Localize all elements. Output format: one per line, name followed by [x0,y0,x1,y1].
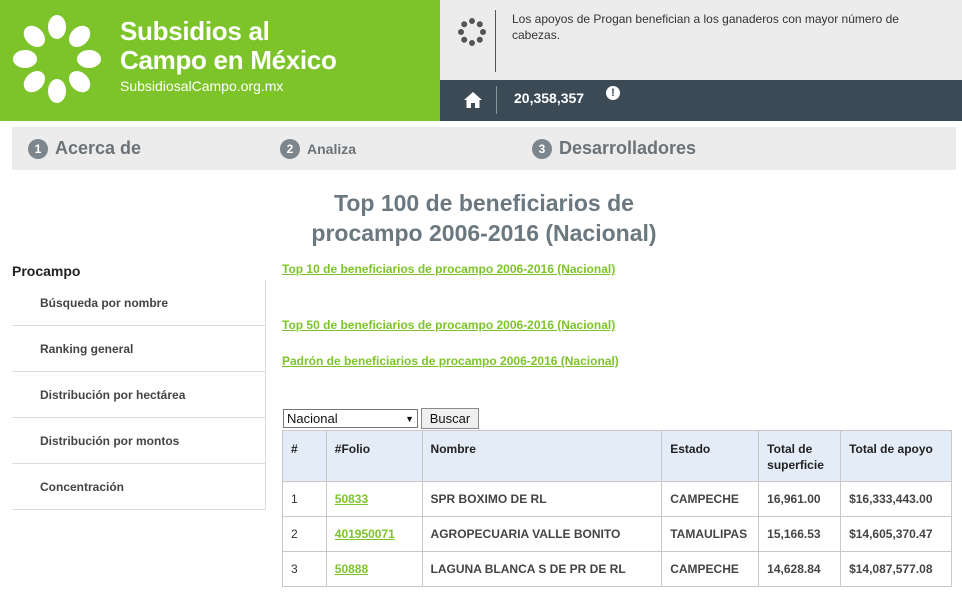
folio-link[interactable]: 401950071 [325,516,423,552]
column-header[interactable]: Total de superficie [758,430,842,482]
sidebar-menu: Búsqueda por nombre Ranking general Dist… [12,280,266,510]
rank-cell: 1 [282,481,327,517]
main-nav: 1 Acerca de 2 Analiza 3 Desarrolladores [12,127,956,170]
amount-cell: $14,605,370.47 [840,516,952,552]
column-header[interactable]: Nombre [421,430,663,482]
fact-panel: Los apoyos de Progan benefician a los ga… [440,0,962,80]
page-title-line-2: procampo 2006-2016 (Nacional) [311,220,657,246]
name-cell: AGROPECUARIA VALLE BONITO [421,516,663,552]
name-cell: SPR BOXIMO DE RL [421,481,663,517]
nav-item-desarrolladores[interactable]: 3 Desarrolladores [532,127,696,170]
beneficiaries-table: # #Folio Nombre Estado Total de superfic… [282,430,952,587]
alert-icon[interactable]: ! [606,86,620,100]
region-select[interactable]: Nacional ▼ [283,409,418,428]
dropdown-arrow-icon: ▼ [405,413,414,424]
home-icon[interactable] [464,92,482,108]
folio-link[interactable]: 50833 [325,481,423,517]
nav-item-label: Acerca de [55,138,142,158]
region-select-value: Nacional [287,411,338,426]
table-row: 2 401950071 AGROPECUARIA VALLE BONITO TA… [282,516,952,552]
logo-icon[interactable] [10,12,104,106]
column-header[interactable]: Total de apoyo [840,430,952,482]
nav-item-label: Analiza [307,140,357,157]
area-cell: 16,961.00 [758,481,842,517]
page-title: Top 100 de beneficiarios de procampo 200… [270,188,698,248]
sidebar-item-montos[interactable]: Distribución por montos [12,418,265,464]
area-cell: 14,628.84 [758,551,842,587]
site-title-line-2: Campo en México [120,45,337,75]
sidebar-item-hectarea[interactable]: Distribución por hectárea [12,372,265,418]
search-button[interactable]: Buscar [421,408,479,429]
fact-divider [495,10,496,72]
page: Subsidios al Campo en México Subsidiosal… [0,0,962,592]
state-cell: CAMPECHE [661,551,760,587]
site-title-line-1: Subsidios al [120,16,270,46]
column-header[interactable]: Estado [661,430,760,482]
spinner-icon [458,18,486,46]
sidebar-item-ranking[interactable]: Ranking general [12,326,265,372]
sidebar-item-busqueda[interactable]: Búsqueda por nombre [12,280,265,326]
site-url: SubsidiosalCampo.org.mx [120,78,284,94]
stat-value: 20,358,357 [514,90,585,106]
nav-item-analiza[interactable]: 2 Analiza [280,127,356,170]
amount-cell: $14,087,577.08 [840,551,952,587]
stat-divider [496,86,497,114]
brand-header: Subsidios al Campo en México Subsidiosal… [0,0,440,121]
sidebar-heading: Procampo [12,263,81,279]
sidebar-item-concentracion[interactable]: Concentración [12,464,265,510]
amount-cell: $16,333,443.00 [840,481,952,517]
table-row: 1 50833 SPR BOXIMO DE RL CAMPECHE 16,961… [282,481,952,517]
fact-text: Los apoyos de Progan benefician a los ga… [512,12,899,42]
name-cell: LAGUNA BLANCA S DE PR DE RL [421,551,663,587]
page-title-line-1: Top 100 de beneficiarios de [334,190,634,216]
column-header[interactable]: # [282,430,327,482]
area-cell: 15,166.53 [758,516,842,552]
stat-bar: 20,358,357 ! [440,80,962,121]
nav-number-badge: 3 [532,138,552,159]
nav-number-badge: 2 [280,138,300,159]
state-cell: TAMAULIPAS [661,516,760,552]
table-header-row: # #Folio Nombre Estado Total de superfic… [282,430,952,482]
state-cell: CAMPECHE [661,481,760,517]
link-top-50[interactable]: Top 50 de beneficiarios de procampo 2006… [282,318,615,332]
site-title[interactable]: Subsidios al Campo en México [120,17,337,75]
column-header[interactable]: #Folio [325,430,423,482]
nav-number-badge: 1 [28,138,48,159]
folio-link[interactable]: 50888 [325,551,423,587]
rank-cell: 2 [282,516,327,552]
table-row: 3 50888 LAGUNA BLANCA S DE PR DE RL CAMP… [282,551,952,587]
nav-item-label: Desarrolladores [559,138,697,158]
link-padron[interactable]: Padrón de beneficiarios de procampo 2006… [282,354,619,368]
nav-item-acerca[interactable]: 1 Acerca de [28,127,141,170]
link-top-10[interactable]: Top 10 de beneficiarios de procampo 2006… [282,262,615,276]
rank-cell: 3 [282,551,327,587]
